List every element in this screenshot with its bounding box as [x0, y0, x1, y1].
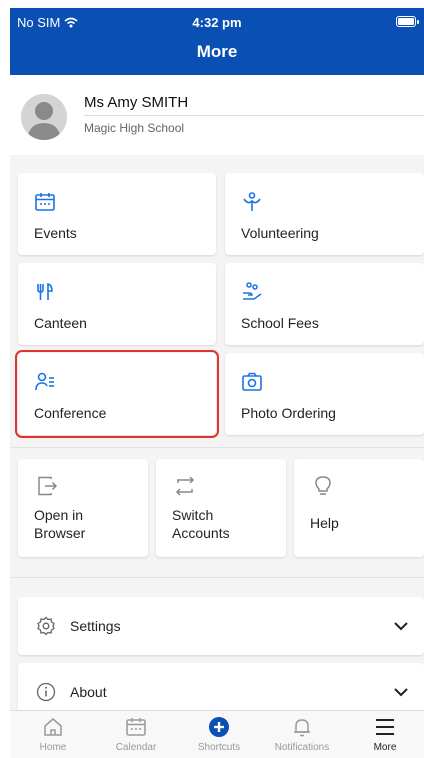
row-label: Settings — [70, 618, 121, 634]
tile-school-fees[interactable]: School Fees — [225, 263, 424, 345]
home-icon — [44, 718, 62, 736]
app-frame: No SIM 4:32 pm More Ms Amy SMITH Magic H… — [10, 8, 424, 758]
battery-icon — [396, 16, 419, 27]
header: No SIM 4:32 pm More — [10, 8, 424, 75]
bell-icon — [294, 719, 310, 737]
person-list-icon — [35, 372, 54, 391]
tile-label: Switch Accounts — [172, 507, 230, 541]
tile-switch-accounts[interactable]: Switch Accounts — [156, 459, 286, 557]
profile-name: Ms Amy SMITH — [84, 94, 189, 111]
tab-notifications[interactable]: Notifications — [262, 714, 342, 758]
tab-label: Home — [39, 742, 67, 753]
profile-divider — [84, 115, 424, 116]
open-external-icon — [38, 476, 58, 496]
tile-canteen[interactable]: Canteen — [18, 263, 216, 345]
settings-row[interactable]: Settings — [18, 597, 424, 655]
camera-icon — [242, 372, 262, 391]
profile-school: Magic High School — [84, 121, 185, 135]
tile-photo-ordering[interactable]: Photo Ordering — [225, 353, 424, 435]
avatar — [21, 94, 67, 140]
tab-label: Shortcuts — [197, 742, 241, 753]
switch-arrows-icon — [175, 476, 195, 496]
row-label: About — [70, 684, 107, 700]
section-divider — [10, 447, 424, 448]
section-divider — [10, 577, 424, 578]
tab-label: Calendar — [115, 742, 157, 753]
tab-bar: Home Calendar Shortcuts Notifications Mo… — [10, 710, 424, 758]
calendar-icon — [35, 193, 55, 211]
tile-label: School Fees — [241, 315, 319, 331]
tab-shortcuts[interactable]: Shortcuts — [179, 714, 259, 758]
tile-label: Photo Ordering — [241, 405, 336, 421]
gear-icon — [37, 616, 55, 636]
tile-conference[interactable]: Conference — [15, 350, 219, 438]
menu-icon — [376, 719, 394, 735]
tile-events[interactable]: Events — [18, 173, 216, 255]
plus-circle-icon — [209, 717, 229, 737]
cutlery-icon — [37, 282, 53, 300]
tile-volunteering[interactable]: Volunteering — [225, 173, 424, 255]
tile-label: Volunteering — [241, 225, 319, 241]
tile-help[interactable]: Help — [294, 459, 424, 557]
page-title: More — [196, 42, 238, 61]
tile-label: Open in Browser — [34, 507, 86, 541]
tile-open-in-browser[interactable]: Open in Browser — [18, 459, 148, 557]
volunteer-icon — [243, 192, 261, 211]
tile-label: Conference — [34, 405, 107, 421]
tab-more[interactable]: More — [345, 714, 424, 758]
tile-label: Events — [34, 225, 77, 241]
info-icon — [36, 682, 56, 702]
hand-coins-icon — [243, 282, 262, 300]
lightbulb-icon — [315, 476, 331, 495]
status-time: 4:32 pm — [192, 15, 242, 30]
profile-card[interactable]: Ms Amy SMITH Magic High School — [10, 75, 424, 155]
calendar-icon — [126, 718, 146, 736]
tile-label: Help — [310, 515, 339, 531]
chevron-down-icon — [394, 622, 408, 631]
chevron-down-icon — [394, 688, 408, 697]
tile-label: Canteen — [34, 315, 87, 331]
tab-label: Notifications — [274, 742, 330, 753]
tab-home[interactable]: Home — [13, 714, 93, 758]
tab-label: More — [373, 742, 397, 753]
tab-calendar[interactable]: Calendar — [96, 714, 176, 758]
status-bar: No SIM 4:32 pm — [10, 14, 424, 32]
